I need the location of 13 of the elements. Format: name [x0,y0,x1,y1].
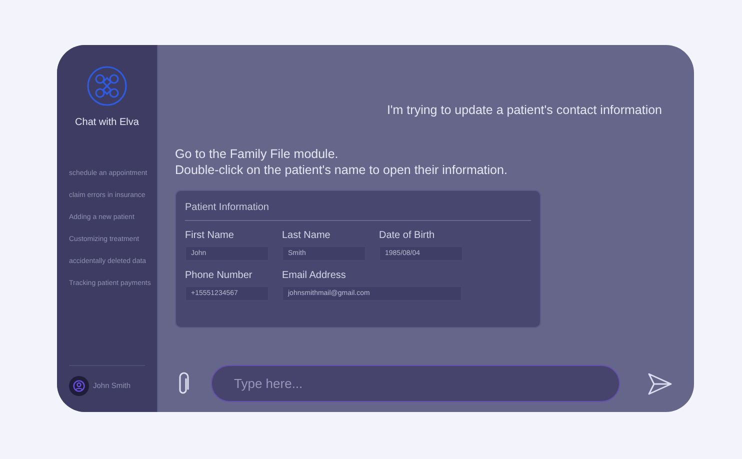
message-input[interactable]: Type here... [211,365,620,402]
field-label: Last Name [282,230,332,241]
card-title: Patient Information [185,200,531,221]
sidebar-title: Chat with Elva [75,116,139,130]
user-message: I'm trying to update a patient's contact information [386,102,662,119]
avatar-icon [69,376,89,396]
send-icon[interactable] [648,372,672,394]
field-label: First Name [185,230,235,241]
logo-icon [86,65,128,107]
field-label: Phone Number [185,270,254,281]
field-label: Date of Birth [379,230,436,241]
field-label: Email Address [282,270,347,281]
bot-message: Go to the Family File module. Double-click on the patient's name to open their information. [175,146,508,178]
